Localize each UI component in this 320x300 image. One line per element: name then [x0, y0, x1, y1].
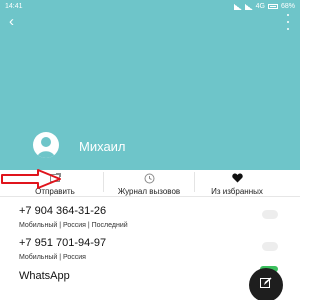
clock-icon — [106, 173, 192, 187]
contact-name: Михаил — [79, 139, 126, 154]
annotation-arrow-icon — [1, 169, 61, 189]
contact-header: 14:41 4G 68% ‹ Михаил — [0, 0, 300, 170]
battery-level: 68% — [280, 3, 295, 10]
phone-meta: Мобильный | Россия — [19, 254, 86, 261]
whatsapp-row[interactable]: WhatsApp — [19, 270, 70, 282]
status-bar: 14:41 4G 68% — [0, 0, 300, 14]
message-icon[interactable] — [262, 210, 278, 219]
back-arrow-icon[interactable]: ‹ — [9, 14, 14, 30]
remove-favorite-button[interactable]: Из избранных — [197, 170, 277, 197]
heart-icon — [197, 173, 277, 187]
signal-icon — [244, 3, 253, 10]
status-indicators: 4G 68% — [233, 3, 295, 10]
message-icon[interactable] — [262, 242, 278, 251]
divider — [194, 172, 195, 192]
divider — [103, 172, 104, 192]
phone-number: +7 904 364-31-26 — [19, 205, 107, 217]
signal-icon — [233, 3, 242, 10]
phone-meta: Мобильный | Россия | Последний — [19, 222, 128, 229]
edit-icon — [260, 277, 272, 288]
network-type: 4G — [255, 3, 265, 10]
status-time: 14:41 — [5, 3, 23, 10]
avatar — [33, 132, 59, 158]
call-log-button[interactable]: Журнал вызовов — [106, 170, 192, 197]
more-menu-icon[interactable] — [286, 14, 290, 30]
battery-icon — [267, 4, 278, 9]
person-icon — [37, 137, 55, 158]
remove-favorite-label: Из избранных — [211, 187, 263, 196]
edit-contact-button[interactable] — [249, 268, 283, 300]
phone-number: +7 951 701-94-97 — [19, 237, 107, 249]
call-log-label: Журнал вызовов — [117, 187, 181, 196]
